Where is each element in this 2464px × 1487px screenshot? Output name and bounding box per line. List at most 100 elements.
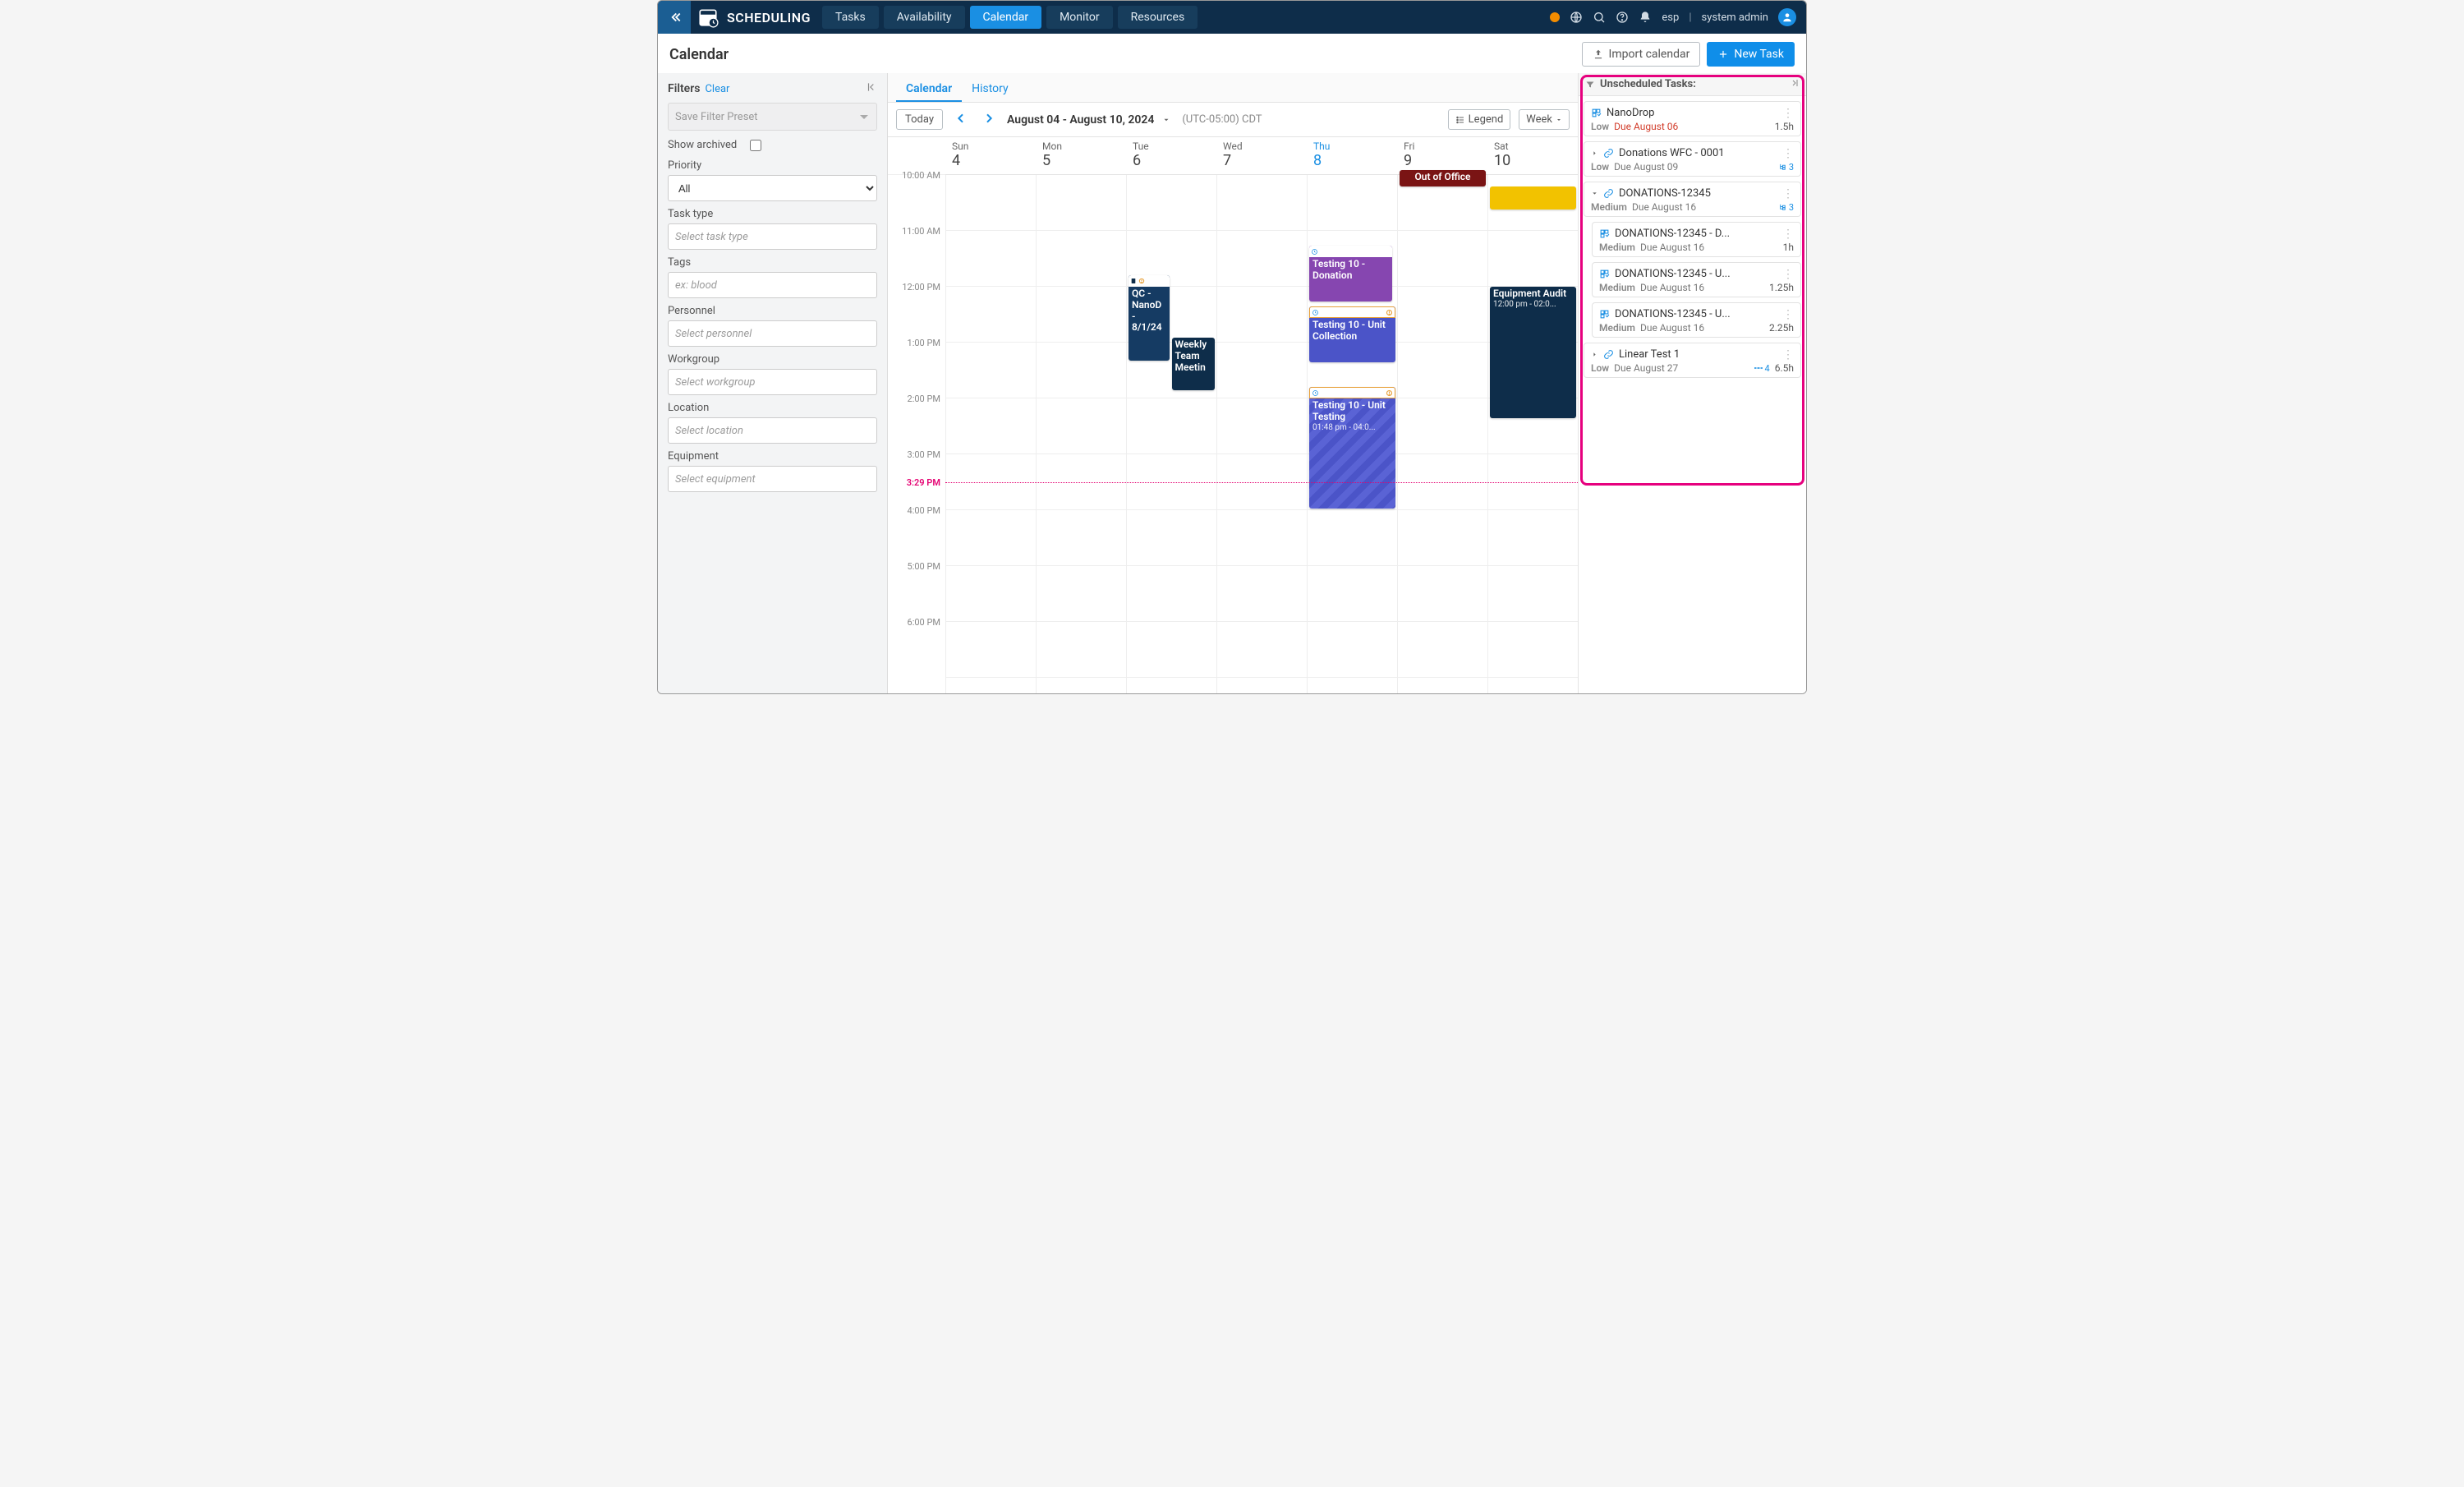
back-button[interactable] bbox=[658, 1, 691, 34]
calendar-event[interactable]: Out of Office bbox=[1400, 170, 1486, 186]
nav-tab-tasks[interactable]: Tasks bbox=[822, 6, 879, 29]
new-task-button[interactable]: New Task bbox=[1707, 42, 1795, 67]
day-header[interactable]: Wed7 bbox=[1216, 137, 1307, 174]
hour-label: 1:00 PM bbox=[888, 343, 945, 398]
tags-input[interactable]: ex: blood bbox=[668, 272, 877, 298]
bell-icon[interactable] bbox=[1639, 11, 1652, 24]
task-menu-button[interactable]: ⋮ bbox=[1782, 349, 1794, 361]
task-due: Due August 09 bbox=[1614, 161, 1678, 173]
nav-tab-calendar[interactable]: Calendar bbox=[970, 6, 1042, 29]
legend-button[interactable]: Legend bbox=[1448, 109, 1511, 130]
subtab-history[interactable]: History bbox=[962, 76, 1018, 102]
task-menu-button[interactable]: ⋮ bbox=[1782, 188, 1794, 200]
collapse-panel-button[interactable] bbox=[866, 81, 877, 96]
task-icon bbox=[1591, 108, 1602, 118]
next-week-button[interactable] bbox=[979, 110, 999, 130]
show-archived-checkbox[interactable] bbox=[750, 140, 761, 151]
unscheduled-task-card[interactable]: Donations WFC - 0001⋮LowDue August 093 bbox=[1584, 141, 1801, 177]
calendar-event[interactable]: Testing 10 - Unit Testing01:48 pm - 04:0… bbox=[1309, 387, 1395, 509]
task-type-input[interactable]: Select task type bbox=[668, 223, 877, 250]
caret-down-icon[interactable] bbox=[1162, 116, 1170, 124]
task-due: Due August 16 bbox=[1640, 242, 1704, 253]
task-menu-button[interactable]: ⋮ bbox=[1782, 148, 1794, 159]
nav-tab-monitor[interactable]: Monitor bbox=[1046, 6, 1113, 29]
location-label: Location bbox=[668, 402, 877, 414]
prev-week-button[interactable] bbox=[951, 110, 971, 130]
filter-preset-dropdown[interactable]: Save Filter Preset bbox=[668, 103, 877, 131]
nav-tab-resources[interactable]: Resources bbox=[1118, 6, 1198, 29]
task-menu-button[interactable]: ⋮ bbox=[1782, 269, 1794, 280]
task-title: DONATIONS-12345 - U... bbox=[1615, 308, 1777, 320]
page-header: Calendar Import calendar New Task bbox=[658, 34, 1806, 73]
calendar-event[interactable]: QC -NanoD-8/1/24 bbox=[1129, 275, 1170, 361]
chevron-left-icon bbox=[954, 112, 968, 125]
search-icon[interactable] bbox=[1593, 11, 1606, 24]
day-column[interactable]: Testing 10 - DonationTesting 10 - Unit C… bbox=[1307, 175, 1397, 693]
calendar-event[interactable] bbox=[1490, 186, 1576, 209]
lang-label[interactable]: esp bbox=[1662, 12, 1679, 24]
task-menu-button[interactable]: ⋮ bbox=[1782, 108, 1794, 119]
notification-dot-icon[interactable] bbox=[1550, 12, 1560, 22]
calendar-event[interactable]: WeeklyTeamMeetin bbox=[1172, 338, 1216, 390]
day-header[interactable]: Mon5 bbox=[1036, 137, 1126, 174]
hour-label: 5:00 PM bbox=[888, 566, 945, 622]
task-title: DONATIONS-12345 bbox=[1619, 187, 1777, 200]
day-column[interactable] bbox=[945, 175, 1036, 693]
day-header[interactable]: Fri9 bbox=[1397, 137, 1487, 174]
chevron-down-icon[interactable] bbox=[1591, 190, 1598, 197]
view-selector[interactable]: Week bbox=[1519, 109, 1570, 130]
app-name: SCHEDULING bbox=[727, 10, 811, 25]
help-icon[interactable] bbox=[1616, 11, 1629, 24]
clear-filters-link[interactable]: Clear bbox=[705, 83, 729, 95]
day-column[interactable] bbox=[1036, 175, 1126, 693]
calendar-grid[interactable]: Sun4Mon5Tue6Wed7Thu8Fri9Sat10 QC -NanoD-… bbox=[945, 137, 1578, 693]
unscheduled-task-card[interactable]: DONATIONS-12345 - U...⋮MediumDue August … bbox=[1592, 262, 1801, 297]
now-time-label: 3:29 PM bbox=[907, 477, 940, 488]
day-header[interactable]: Thu8 bbox=[1307, 137, 1397, 174]
unscheduled-task-card[interactable]: DONATIONS-12345 - U...⋮MediumDue August … bbox=[1592, 302, 1801, 338]
user-avatar[interactable] bbox=[1778, 8, 1796, 26]
import-calendar-button[interactable]: Import calendar bbox=[1582, 42, 1701, 67]
chevron-right-icon[interactable] bbox=[1591, 150, 1598, 157]
personnel-label: Personnel bbox=[668, 305, 877, 317]
task-menu-button[interactable]: ⋮ bbox=[1782, 309, 1794, 320]
day-header[interactable]: Sat10 bbox=[1487, 137, 1578, 174]
show-archived-label: Show archived bbox=[668, 139, 737, 151]
unscheduled-task-card[interactable]: DONATIONS-12345 - D...⋮MediumDue August … bbox=[1592, 222, 1801, 257]
chevron-right-icon[interactable] bbox=[1591, 351, 1598, 358]
subtab-calendar[interactable]: Calendar bbox=[896, 76, 962, 102]
calendar-event[interactable]: Testing 10 - Donation bbox=[1309, 246, 1392, 302]
day-column[interactable] bbox=[1216, 175, 1307, 693]
unscheduled-task-card[interactable]: Linear Test 1⋮LowDue August 2746.5h bbox=[1584, 343, 1801, 378]
filter-icon[interactable] bbox=[1585, 80, 1595, 90]
day-column[interactable]: Out of Office bbox=[1397, 175, 1487, 693]
unscheduled-task-card[interactable]: DONATIONS-12345⋮MediumDue August 163 bbox=[1584, 182, 1801, 217]
new-task-label: New Task bbox=[1734, 48, 1784, 61]
day-header[interactable]: Sun4 bbox=[945, 137, 1036, 174]
today-button[interactable]: Today bbox=[896, 109, 943, 130]
task-priority: Medium bbox=[1599, 282, 1635, 293]
globe-icon[interactable] bbox=[1570, 11, 1583, 24]
calendar-event[interactable]: Equipment Audit12:00 pm - 02:0... bbox=[1490, 287, 1576, 418]
equipment-label: Equipment bbox=[668, 450, 877, 463]
location-input[interactable]: Select location bbox=[668, 417, 877, 444]
priority-select[interactable]: All bbox=[668, 175, 877, 201]
nav-tab-availability[interactable]: Availability bbox=[884, 6, 965, 29]
task-menu-button[interactable]: ⋮ bbox=[1782, 228, 1794, 240]
expand-panel-button[interactable] bbox=[1790, 78, 1800, 90]
task-hours: 1h bbox=[1783, 242, 1794, 253]
workgroup-input[interactable]: Select workgroup bbox=[668, 369, 877, 395]
date-range[interactable]: August 04 - August 10, 2024 bbox=[1007, 113, 1154, 127]
day-column[interactable]: QC -NanoD-8/1/24WeeklyTeamMeetin bbox=[1126, 175, 1216, 693]
upload-icon bbox=[1593, 48, 1604, 60]
personnel-input[interactable]: Select personnel bbox=[668, 320, 877, 347]
calendar-event[interactable]: Testing 10 - Unit Collection bbox=[1309, 306, 1395, 362]
equipment-input[interactable]: Select equipment bbox=[668, 466, 877, 492]
day-header[interactable]: Tue6 bbox=[1126, 137, 1216, 174]
user-name[interactable]: system admin bbox=[1702, 12, 1769, 24]
filters-panel: Filters Clear Save Filter Preset Show ar… bbox=[658, 73, 888, 693]
task-priority: Low bbox=[1591, 161, 1609, 173]
task-priority: Low bbox=[1591, 121, 1609, 132]
unscheduled-task-card[interactable]: NanoDrop⋮LowDue August 061.5h bbox=[1584, 101, 1801, 136]
day-column[interactable]: Equipment Audit12:00 pm - 02:0... bbox=[1487, 175, 1578, 693]
